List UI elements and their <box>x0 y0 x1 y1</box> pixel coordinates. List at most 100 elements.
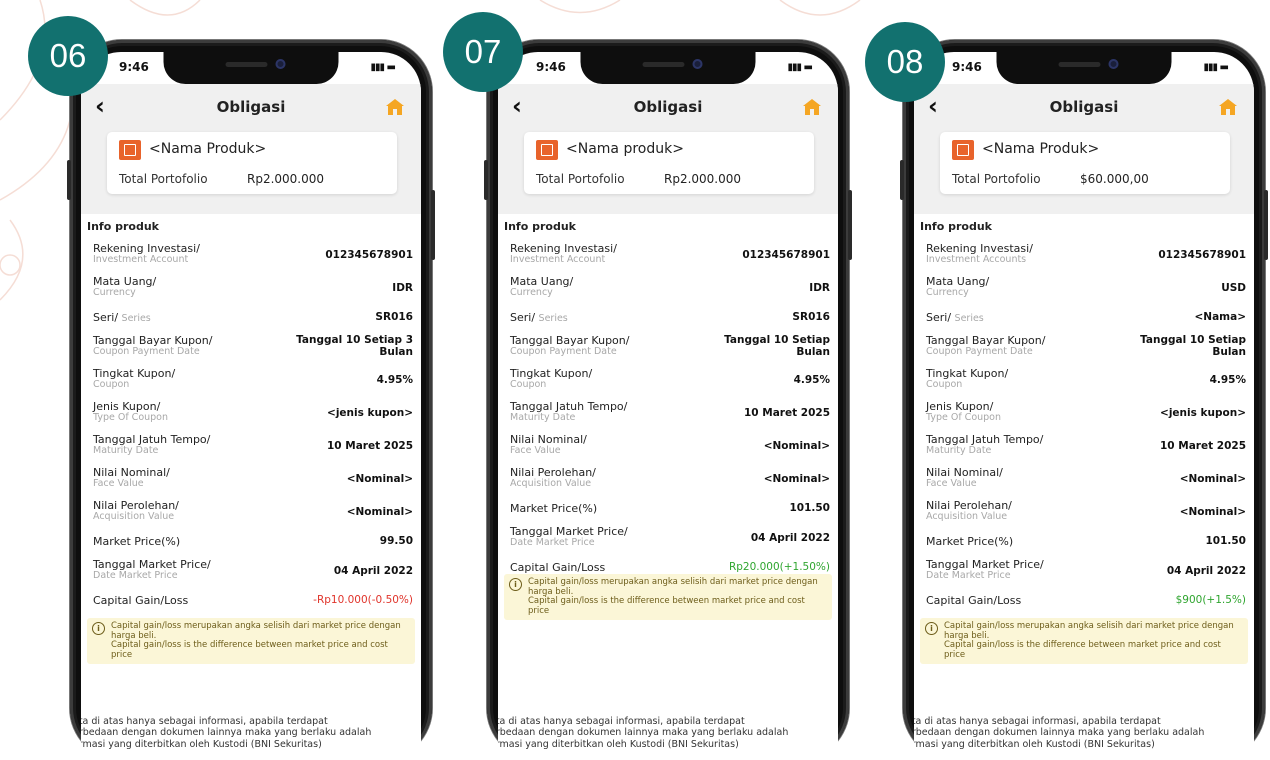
product-card: <Nama produk> Total Portofolio Rp2.000.0… <box>524 132 814 194</box>
row-label: Market Price(%) <box>926 535 1014 548</box>
row-value: 04 April 2022 <box>750 532 830 544</box>
info-row: Tanggal Jatuh Tempo/Maturity Date 10 Mare… <box>93 433 413 466</box>
status-time: 9:46 <box>536 60 566 74</box>
disclaimer-text: ata di atas hanya sebagai informasi, apa… <box>498 715 789 750</box>
row-value: IDR <box>392 282 413 294</box>
step-badge-07: 07 <box>443 12 523 92</box>
row-sublabel: Coupon Payment Date <box>926 346 1033 357</box>
row-value: <Nama> <box>1194 311 1247 323</box>
info-row: Tanggal Market Price/Date Market Price 04… <box>93 558 413 591</box>
home-icon[interactable] <box>802 98 822 116</box>
row-value: <Nominal> <box>763 473 830 485</box>
home-icon[interactable] <box>1218 98 1238 116</box>
info-row: Rekening Investasi/Investment Account 012… <box>93 242 413 275</box>
row-value: 4.95% <box>376 374 413 386</box>
row-sublabel: Coupon Payment Date <box>93 346 200 357</box>
row-label: Market Price(%) <box>510 502 598 515</box>
row-sublabel: Maturity Date <box>93 445 159 456</box>
row-value: SR016 <box>375 311 413 323</box>
row-sublabel: Type Of Coupon <box>926 412 1002 423</box>
row-value: 04 April 2022 <box>333 565 413 577</box>
note-text-id: Capital gain/loss merupakan angka selisi… <box>528 577 818 597</box>
row-label: Capital Gain/Loss <box>926 594 1022 607</box>
info-row: Market Price(%) 101.50 <box>926 532 1246 558</box>
info-row: Tanggal Bayar Kupon/Coupon Payment Date T… <box>510 334 830 367</box>
page-title: Obligasi <box>633 98 703 116</box>
row-value: 10 Maret 2025 <box>327 440 413 452</box>
info-rows: Rekening Investasi/Investment Account 012… <box>510 242 830 584</box>
row-value: 04 April 2022 <box>1166 565 1246 577</box>
screen: 9:46 ▮▮▮ ▬ ‹ Obligasi <Nama produk> Tota… <box>498 52 838 760</box>
signal-battery-icon: ▮▮▮ ▬ <box>1203 62 1229 73</box>
capital-gain-value: $900(+1.5%) <box>1175 594 1246 606</box>
info-row: Mata Uang/Currency IDR <box>510 275 830 308</box>
camera <box>692 59 703 69</box>
row-sublabel: Maturity Date <box>510 412 576 423</box>
info-row: Tingkat Kupon/Coupon 4.95% <box>510 367 830 400</box>
row-value: <Nominal> <box>346 473 413 485</box>
side-button <box>1264 190 1268 260</box>
info-row: Nilai Nominal/Face Value <Nominal> <box>510 433 830 466</box>
note-text-en: Capital gain/loss is the difference betw… <box>944 640 1221 660</box>
row-label: Capital Gain/Loss <box>93 594 189 607</box>
side-button <box>484 160 488 200</box>
info-row: Mata Uang/Currency IDR <box>93 275 413 308</box>
capital-gain-value: -Rp10.000(-0.50%) <box>313 594 413 606</box>
info-row: Tingkat Kupon/Coupon 4.95% <box>926 367 1246 400</box>
row-label: Seri/ Series <box>926 311 984 324</box>
side-button <box>900 160 904 200</box>
row-sublabel: Acquisition Value <box>926 511 1008 522</box>
status-time: 9:46 <box>119 60 149 74</box>
signal-battery-icon: ▮▮▮ ▬ <box>787 62 813 73</box>
info-icon: i <box>92 622 105 635</box>
info-icon: i <box>925 622 938 635</box>
note-text-en: Capital gain/loss is the difference betw… <box>111 640 388 660</box>
row-value: 101.50 <box>789 502 830 514</box>
row-value: 10 Maret 2025 <box>744 407 830 419</box>
row-value: <Nominal> <box>1179 506 1246 518</box>
row-sublabel: Investment Account <box>510 254 606 265</box>
info-row: Nilai Nominal/Face Value <Nominal> <box>926 466 1246 499</box>
row-sublabel: Coupon <box>510 379 547 390</box>
side-button <box>431 190 435 260</box>
row-value: 012345678901 <box>325 249 413 261</box>
speaker <box>225 62 268 67</box>
row-sublabel: Coupon Payment Date <box>510 346 617 357</box>
disclaimer-text: ata di atas hanya sebagai informasi, apa… <box>914 715 1205 750</box>
info-title: Info produk <box>87 220 159 233</box>
notch <box>163 52 339 84</box>
info-row: Tanggal Jatuh Tempo/Maturity Date 10 Mare… <box>510 400 830 433</box>
row-label: Seri/ Series <box>510 311 568 324</box>
home-icon[interactable] <box>385 98 405 116</box>
info-row: Capital Gain/Loss -Rp10.000(-0.50%) <box>93 591 413 617</box>
camera <box>1108 59 1119 69</box>
row-value: <jenis kupon> <box>1160 407 1246 419</box>
row-sublabel: Investment Account <box>93 254 189 265</box>
row-label: Market Price(%) <box>93 535 181 548</box>
step-badge-08: 08 <box>865 22 945 102</box>
screen: 9:46 ▮▮▮ ▬ ‹ Obligasi <Nama Produk> Tota… <box>81 52 421 760</box>
capital-gain-note: i Capital gain/loss merupakan angka seli… <box>504 574 832 620</box>
row-value: <Nominal> <box>763 440 830 452</box>
info-row: Market Price(%) 101.50 <box>510 499 830 525</box>
row-sublabel: Currency <box>510 287 553 298</box>
total-portfolio-value: Rp2.000.000 <box>247 172 325 186</box>
total-portfolio-label: Total Portofolio <box>119 172 208 186</box>
speaker <box>642 62 685 67</box>
page-title: Obligasi <box>216 98 286 116</box>
row-value: Tanggal 10 Setiap Bulan <box>1140 334 1246 358</box>
signal-battery-icon: ▮▮▮ ▬ <box>370 62 396 73</box>
capital-gain-note: i Capital gain/loss merupakan angka seli… <box>920 618 1248 664</box>
product-icon <box>952 140 974 160</box>
row-sublabel: Acquisition Value <box>510 478 592 489</box>
info-row: Tanggal Market Price/Date Market Price 04… <box>926 558 1246 591</box>
row-value: Tanggal 10 Setiap Bulan <box>724 334 830 358</box>
info-row: Capital Gain/Loss $900(+1.5%) <box>926 591 1246 617</box>
row-value: 10 Maret 2025 <box>1160 440 1246 452</box>
info-row: Seri/ Series SR016 <box>93 308 413 334</box>
status-time: 9:46 <box>952 60 982 74</box>
total-portfolio-value: $60.000,00 <box>1080 172 1149 186</box>
info-row: Rekening Investasi/Investment Accounts 01… <box>926 242 1246 275</box>
notch <box>996 52 1172 84</box>
info-row: Tanggal Bayar Kupon/Coupon Payment Date T… <box>926 334 1246 367</box>
